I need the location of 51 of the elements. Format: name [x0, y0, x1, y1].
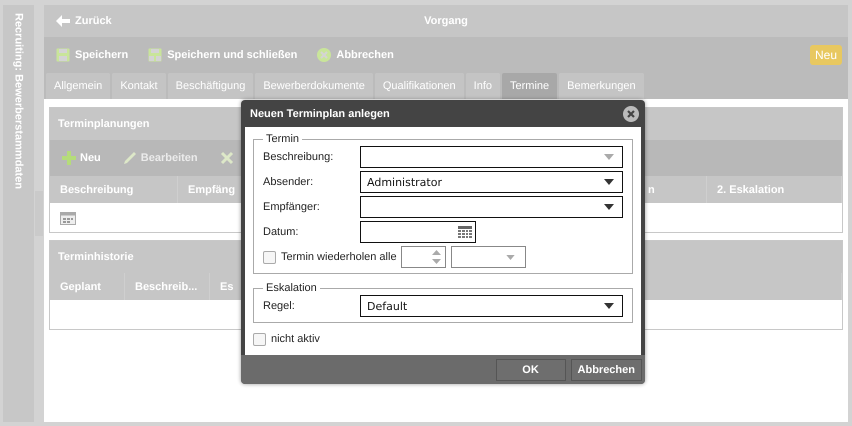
cancel-icon [317, 48, 332, 62]
status-badge: Neu [810, 45, 842, 65]
delete-icon [220, 151, 234, 165]
field-label: Absender: [263, 176, 314, 188]
tab[interactable]: Bemerkungen [559, 73, 644, 99]
column-header[interactable]: Geplant [50, 273, 125, 300]
dropdown-field[interactable]: Administrator [360, 171, 623, 193]
sidebar-title: Recruiting: Bewerberstammdaten [12, 13, 24, 190]
plus-icon [62, 151, 76, 165]
tab[interactable]: Bewerberdokumente [255, 73, 373, 99]
tab[interactable]: Qualifikationen [374, 73, 464, 99]
column-header[interactable]: 2. Eskalation [707, 176, 842, 203]
dialog-title: Neuen Terminplan anlegen [250, 108, 390, 120]
tab[interactable]: Termine [502, 73, 558, 99]
pencil-icon [122, 151, 137, 165]
floppy-icon [148, 48, 162, 62]
field-label: Beschreibung: [263, 151, 334, 163]
dialog-button[interactable]: Abbrechen [570, 358, 642, 380]
checkbox[interactable] [253, 332, 266, 346]
page-title: Vorgang [424, 15, 468, 27]
toolbar-button[interactable]: Abbrechen [317, 48, 394, 62]
collapse-handle[interactable] [35, 191, 43, 236]
back-arrow-icon [56, 15, 70, 27]
spinner-arrows-icon [432, 250, 441, 264]
group-legend: Eskalation [263, 282, 320, 294]
checkbox-label: Termin wiederholen alle [281, 251, 397, 263]
tab[interactable]: Allgemein [46, 73, 110, 99]
dropdown-field[interactable] [360, 196, 623, 218]
column-header[interactable]: Beschreib... [125, 273, 210, 300]
dropdown-field[interactable] [450, 246, 526, 268]
dropdown-field[interactable] [360, 146, 623, 168]
dialog-button[interactable]: OK [496, 358, 566, 380]
column-header[interactable]: Beschreibung [50, 176, 178, 203]
checkbox-label: nicht aktiv [271, 333, 320, 345]
floppy-icon [56, 48, 70, 62]
tab[interactable]: Info [466, 73, 500, 99]
tab[interactable]: Beschäftigung [168, 73, 254, 99]
dropdown-arrow-icon [506, 254, 515, 260]
toolbar-button[interactable]: Speichern und schließen [148, 48, 298, 62]
toolbar-button[interactable]: Speichern [56, 48, 128, 62]
action-button[interactable]: Neu [62, 151, 101, 165]
dropdown-field[interactable]: Default [360, 295, 623, 317]
tab[interactable]: Kontakt [112, 73, 166, 99]
back-button[interactable]: Zurück [44, 15, 112, 27]
field-label: Regel: [263, 300, 296, 312]
field-label: Empfänger: [263, 201, 321, 213]
date-field[interactable] [360, 221, 476, 243]
field-label: Datum: [263, 226, 300, 238]
calendar-icon[interactable] [458, 226, 472, 238]
calendar-icon [60, 210, 76, 224]
close-icon[interactable] [623, 106, 639, 122]
